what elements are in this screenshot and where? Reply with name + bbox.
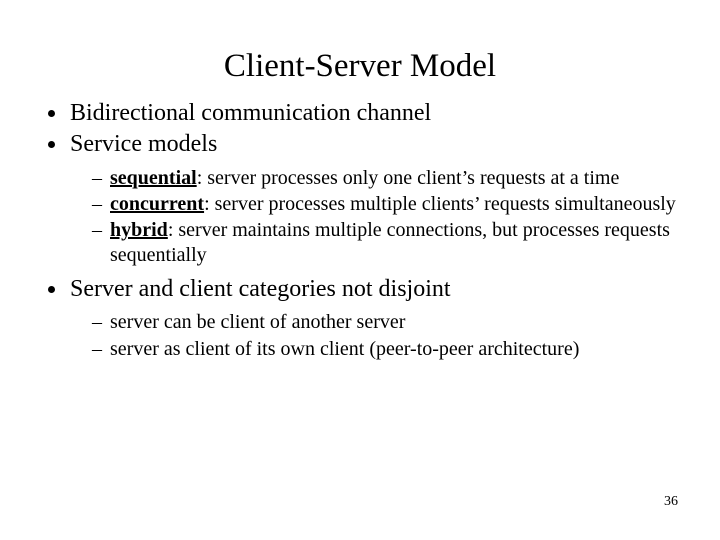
- page-number: 36: [664, 494, 678, 510]
- sub-bullet-text: : server processes only one client’s req…: [197, 167, 620, 189]
- term-hybrid: hybrid: [110, 219, 168, 241]
- bullet-text: Server and client categories not disjoin…: [70, 276, 451, 302]
- slide: Client-Server Model Bidirectional commun…: [0, 0, 720, 540]
- bullet-item: Bidirectional communication channel: [68, 99, 680, 128]
- sub-bullet-item: concurrent: server processes multiple cl…: [110, 192, 680, 216]
- sub-bullet-text: : server maintains multiple connections,…: [110, 219, 670, 265]
- sub-bullet-item: hybrid: server maintains multiple connec…: [110, 218, 680, 267]
- term-concurrent: concurrent: [110, 193, 204, 215]
- sub-bullet-item: server as client of its own client (peer…: [110, 337, 680, 361]
- bullet-item: Server and client categories not disjoin…: [68, 275, 680, 361]
- sub-bullet-item: sequential: server processes only one cl…: [110, 166, 680, 190]
- sub-bullet-list: server can be client of another server s…: [70, 310, 680, 361]
- sub-bullet-item: server can be client of another server: [110, 310, 680, 334]
- bullet-text: Service models: [70, 131, 217, 157]
- sub-bullet-text: server as client of its own client (peer…: [110, 338, 579, 360]
- bullet-item: Service models sequential: server proces…: [68, 130, 680, 267]
- bullet-text: Bidirectional communication channel: [70, 100, 431, 126]
- sub-bullet-list: sequential: server processes only one cl…: [70, 166, 680, 268]
- term-sequential: sequential: [110, 167, 197, 189]
- slide-title: Client-Server Model: [0, 0, 720, 99]
- sub-bullet-text: server can be client of another server: [110, 311, 405, 333]
- bullet-list: Bidirectional communication channel Serv…: [40, 99, 680, 361]
- sub-bullet-text: : server processes multiple clients’ req…: [204, 193, 676, 215]
